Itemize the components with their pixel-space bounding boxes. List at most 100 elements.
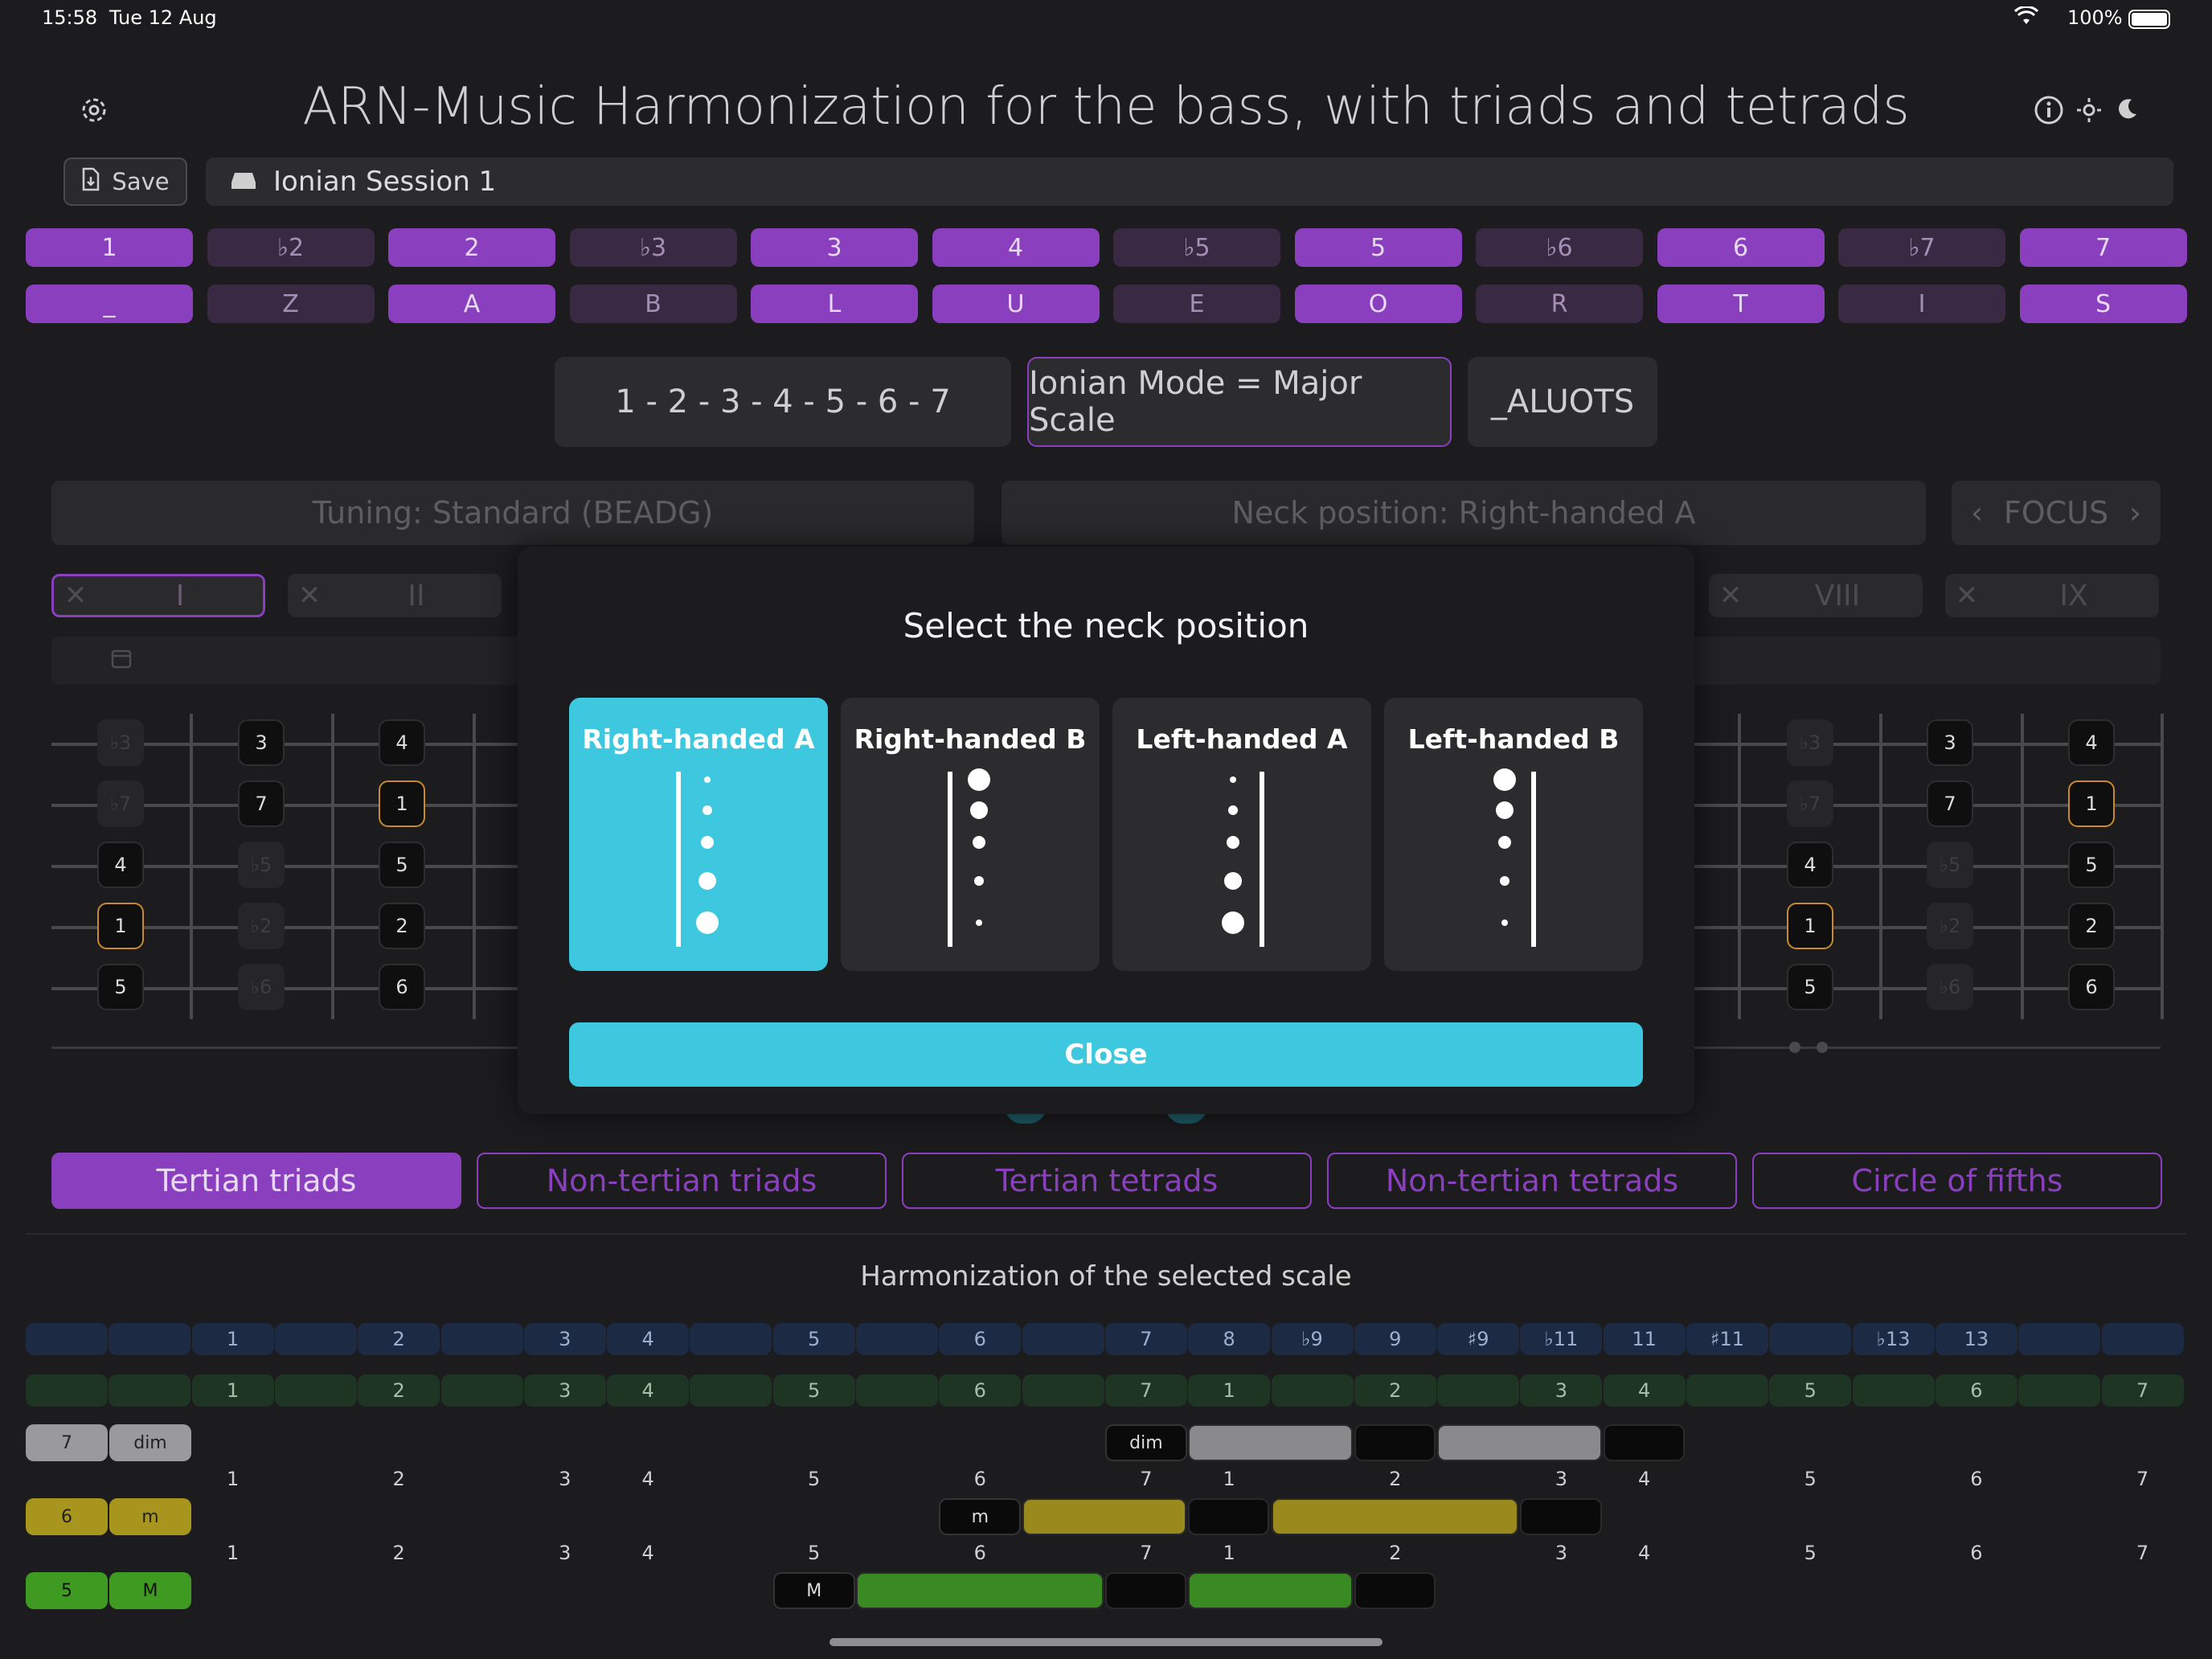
session-field[interactable]: Ionian Session 1: [206, 158, 2173, 206]
fret-note[interactable]: 1: [97, 903, 144, 949]
fret-note[interactable]: 5: [2068, 842, 2115, 888]
category-tab[interactable]: Tertian tetrads: [902, 1153, 1312, 1209]
page-dot[interactable]: [1789, 1042, 1800, 1053]
sun-icon[interactable]: [2075, 96, 2103, 127]
fret-note[interactable]: ♭2: [238, 903, 285, 949]
fret-note[interactable]: 6: [379, 964, 425, 1010]
letter-button[interactable]: E: [1113, 285, 1280, 323]
chord-degree-badge[interactable]: 5: [26, 1572, 108, 1609]
category-tab[interactable]: Circle of fifths: [1752, 1153, 2162, 1209]
letter-button[interactable]: R: [1476, 285, 1643, 323]
calendar-icon[interactable]: [111, 648, 132, 672]
neck-position-selector[interactable]: Neck position: Right-handed A: [1002, 481, 1926, 545]
info-icon[interactable]: [2034, 95, 2064, 129]
fret-note[interactable]: 3: [238, 719, 285, 766]
degree-button[interactable]: ♭3: [569, 228, 737, 267]
neck-option-left-handed-b[interactable]: Left-handed B: [1384, 698, 1643, 971]
category-tab[interactable]: Tertian triads: [51, 1153, 461, 1209]
fret-note[interactable]: ♭2: [1927, 903, 1973, 949]
close-icon[interactable]: ✕: [1945, 580, 1989, 612]
letter-button[interactable]: S: [2019, 285, 2187, 323]
degree-button[interactable]: 2: [388, 228, 555, 267]
focus-control[interactable]: ‹ FOCUS ›: [1952, 481, 2161, 545]
fretboard-left[interactable]: ♭3 ♭7 4 1 5 3 7 ♭5 ♭2 ♭6 4 1 5 2 6: [51, 707, 526, 1061]
fret-note[interactable]: 1: [2068, 780, 2115, 827]
letter-button[interactable]: L: [751, 285, 918, 323]
degree-button[interactable]: 4: [932, 228, 1100, 267]
fret-note[interactable]: ♭6: [238, 964, 285, 1010]
degree-button[interactable]: 7: [2019, 228, 2187, 267]
letter-button[interactable]: U: [932, 285, 1100, 323]
fret-note[interactable]: 5: [97, 964, 144, 1010]
chord-quality-badge[interactable]: dim: [109, 1424, 191, 1461]
fret-note[interactable]: ♭3: [97, 719, 144, 766]
degree-button[interactable]: ♭5: [1113, 228, 1280, 267]
tuning-selector[interactable]: Tuning: Standard (BEADG): [51, 481, 974, 545]
scale-code[interactable]: _ALUOTS: [1468, 357, 1657, 447]
fret-note[interactable]: 5: [379, 842, 425, 888]
fret-note[interactable]: ♭5: [238, 842, 285, 888]
category-tab[interactable]: Non-tertian triads: [477, 1153, 887, 1209]
fret-note[interactable]: 4: [97, 842, 144, 888]
neck-option-right-handed-a[interactable]: Right-handed A: [569, 698, 828, 971]
chord-degree-badge[interactable]: 7: [26, 1424, 108, 1461]
fret-note[interactable]: ♭7: [97, 780, 144, 827]
neck-diagram-icon: [948, 768, 990, 947]
fret-note[interactable]: ♭6: [1927, 964, 1973, 1010]
fret-note[interactable]: 4: [379, 719, 425, 766]
fret-note[interactable]: 5: [1787, 964, 1833, 1010]
chevron-left-icon[interactable]: ‹: [1971, 495, 1983, 530]
letter-button[interactable]: _: [26, 285, 193, 323]
fret-note[interactable]: ♭3: [1787, 719, 1833, 766]
fret-note[interactable]: 3: [1927, 719, 1973, 766]
fret-note[interactable]: 7: [1927, 780, 1973, 827]
degree-button[interactable]: 5: [1294, 228, 1462, 267]
fret-note[interactable]: 4: [2068, 719, 2115, 766]
chord-quality-badge[interactable]: m: [109, 1498, 191, 1535]
degree-button[interactable]: ♭2: [207, 228, 375, 267]
category-tab[interactable]: Non-tertian tetrads: [1327, 1153, 1737, 1209]
interval-cell: [26, 1323, 108, 1355]
close-icon[interactable]: ✕: [288, 580, 331, 612]
letter-button[interactable]: A: [388, 285, 555, 323]
fret-note[interactable]: 6: [2068, 964, 2115, 1010]
position-tab-ii[interactable]: ✕ II: [288, 574, 502, 617]
chord-degree-badge[interactable]: 6: [26, 1498, 108, 1535]
scale-formula[interactable]: 1 - 2 - 3 - 4 - 5 - 6 - 7: [555, 357, 1011, 447]
degree-button[interactable]: 6: [1657, 228, 1825, 267]
chord-quality-badge[interactable]: M: [109, 1572, 191, 1609]
fret-note[interactable]: 1: [1787, 903, 1833, 949]
position-tab-viii[interactable]: ✕ VIII: [1709, 574, 1923, 617]
neck-dot: [976, 920, 982, 926]
scale-mode[interactable]: Ionian Mode = Major Scale: [1027, 357, 1452, 447]
fret-note[interactable]: ♭5: [1927, 842, 1973, 888]
degree-button[interactable]: 3: [751, 228, 918, 267]
letter-button[interactable]: Z: [207, 285, 375, 323]
neck-option-right-handed-b[interactable]: Right-handed B: [841, 698, 1100, 971]
letter-button[interactable]: I: [1838, 285, 2005, 323]
moon-icon[interactable]: [2114, 96, 2140, 125]
letter-button[interactable]: O: [1294, 285, 1462, 323]
save-button[interactable]: Save: [63, 158, 187, 206]
letter-button[interactable]: B: [569, 285, 737, 323]
fret-note[interactable]: 2: [2068, 903, 2115, 949]
degree-button[interactable]: ♭7: [1838, 228, 2005, 267]
letter-button[interactable]: T: [1657, 285, 1825, 323]
fret-note[interactable]: 7: [238, 780, 285, 827]
fret-note[interactable]: ♭7: [1787, 780, 1833, 827]
fret-note[interactable]: 1: [379, 780, 425, 827]
page-dot[interactable]: [1817, 1042, 1828, 1053]
chevron-right-icon[interactable]: ›: [2129, 495, 2141, 530]
close-button[interactable]: Close: [569, 1022, 1643, 1087]
degree-button[interactable]: ♭6: [1476, 228, 1643, 267]
position-tab-ix[interactable]: ✕ IX: [1945, 574, 2159, 617]
save-icon: [81, 167, 100, 197]
position-tab-i[interactable]: ✕ I: [51, 574, 265, 617]
degree-button[interactable]: 1: [26, 228, 193, 267]
close-icon[interactable]: ✕: [54, 580, 97, 612]
fret-note[interactable]: 4: [1787, 842, 1833, 888]
fret-note[interactable]: 2: [379, 903, 425, 949]
close-icon[interactable]: ✕: [1709, 580, 1752, 612]
neck-option-left-handed-a[interactable]: Left-handed A: [1112, 698, 1371, 971]
fretboard-right[interactable]: ♭3 ♭7 4 1 5 3 7 ♭5 ♭2 ♭6 4 1 5 2 6: [1694, 707, 2164, 1061]
